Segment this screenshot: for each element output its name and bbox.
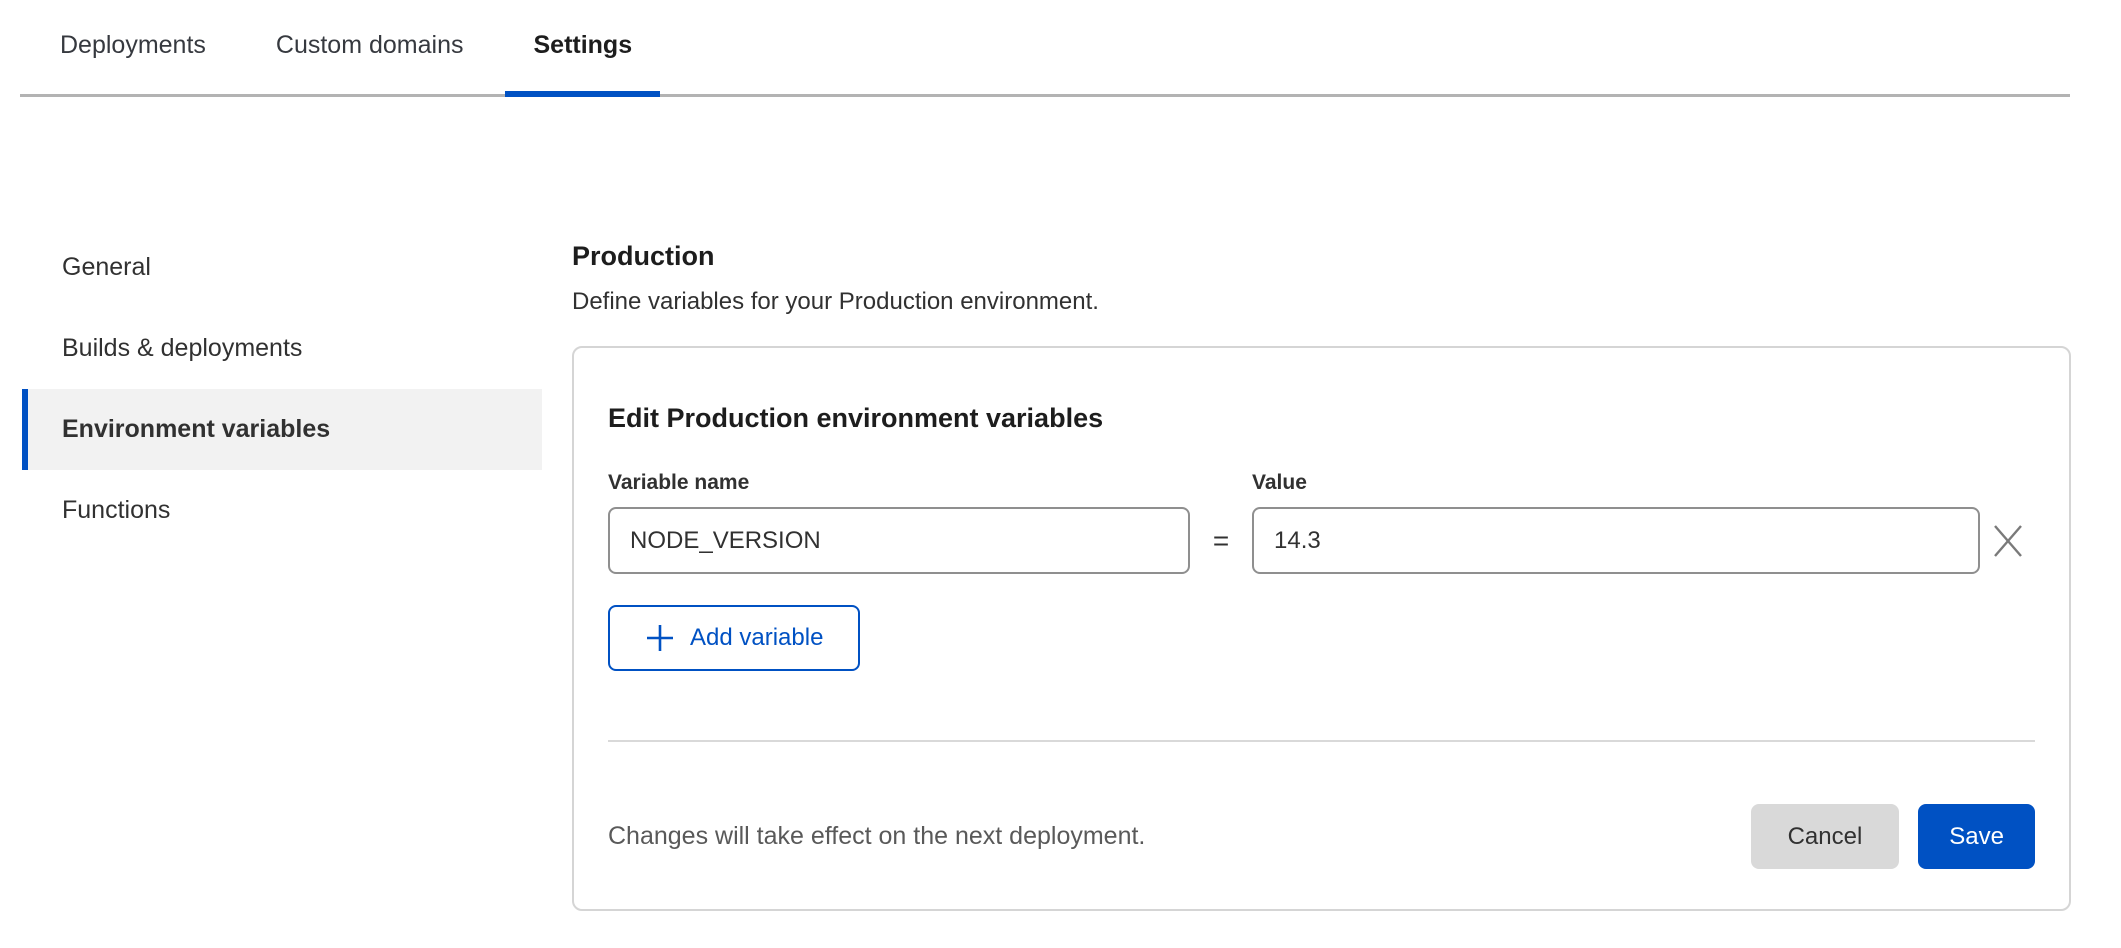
- environment-variables-panel: Production Define variables for your Pro…: [572, 225, 2072, 911]
- settings-sidebar: General Builds & deployments Environment…: [0, 225, 572, 911]
- environment-heading: Production: [572, 241, 2072, 272]
- footer-note: Changes will take effect on the next dep…: [608, 822, 1145, 851]
- variable-value-input[interactable]: [1252, 507, 1980, 574]
- x-icon: [1991, 524, 2025, 558]
- save-button[interactable]: Save: [1918, 804, 2035, 869]
- tab-deployments[interactable]: Deployments: [32, 0, 234, 97]
- tab-bar: Deployments Custom domains Settings: [20, 0, 2070, 97]
- environment-description: Define variables for your Production env…: [572, 288, 2072, 316]
- remove-variable-button[interactable]: [1983, 516, 2033, 566]
- cancel-button[interactable]: Cancel: [1751, 804, 1900, 869]
- card-divider: [608, 740, 2035, 742]
- card-footer: Changes will take effect on the next dep…: [608, 804, 2035, 869]
- tab-custom-domains[interactable]: Custom domains: [248, 0, 492, 97]
- add-variable-label: Add variable: [690, 624, 823, 652]
- variable-name-label: Variable name: [608, 471, 1190, 495]
- settings-content: General Builds & deployments Environment…: [0, 97, 2121, 911]
- variable-name-input[interactable]: [608, 507, 1190, 574]
- sidebar-item-general[interactable]: General: [22, 227, 542, 308]
- variable-row: Variable name Value =: [608, 471, 2035, 574]
- card-title: Edit Production environment variables: [608, 403, 2035, 434]
- edit-variables-card: Edit Production environment variables Va…: [572, 346, 2071, 911]
- tab-settings[interactable]: Settings: [505, 0, 660, 97]
- sidebar-item-functions[interactable]: Functions: [22, 470, 542, 551]
- footer-actions: Cancel Save: [1751, 804, 2035, 869]
- add-variable-button[interactable]: Add variable: [608, 605, 860, 671]
- sidebar-item-environment-variables[interactable]: Environment variables: [22, 389, 542, 470]
- value-label: Value: [1252, 471, 1980, 495]
- equals-sign: =: [1190, 525, 1252, 557]
- plus-icon: [645, 623, 675, 653]
- sidebar-item-builds-deployments[interactable]: Builds & deployments: [22, 308, 542, 389]
